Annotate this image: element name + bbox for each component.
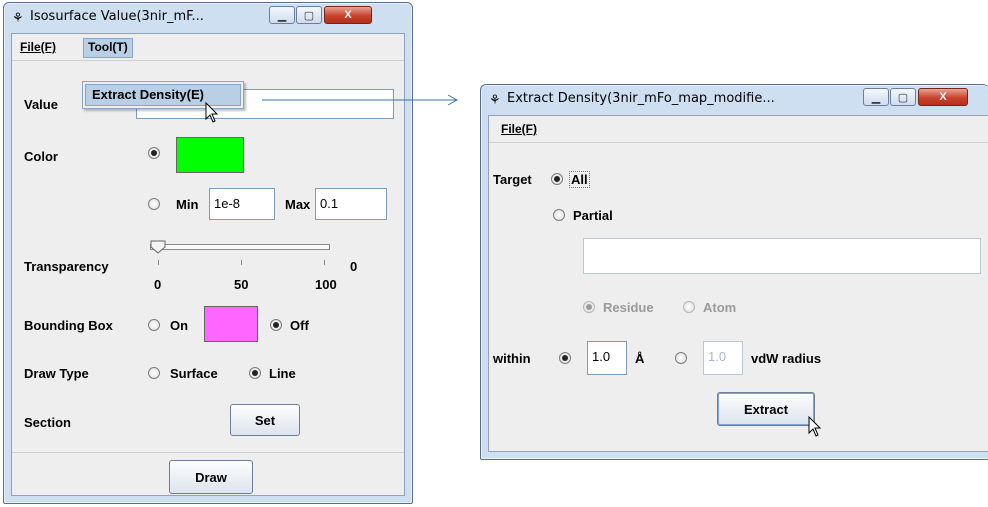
menu-file[interactable]: File(F) [497, 120, 541, 138]
cursor-icon [808, 416, 822, 437]
atom-label[interactable]: Atom [703, 300, 736, 315]
transparency-label: Transparency [24, 259, 109, 274]
value-label: Value [24, 97, 58, 112]
surface-label[interactable]: Surface [170, 366, 218, 381]
target-label: Target [493, 172, 532, 187]
color-solid-radio[interactable] [148, 147, 160, 159]
set-button[interactable]: Set [230, 404, 300, 436]
within-distance-radio[interactable] [559, 352, 571, 364]
connector-arrow [262, 94, 459, 106]
extract-button[interactable]: Extract [717, 392, 815, 426]
min-label: Min [176, 197, 199, 212]
atom-radio[interactable] [683, 301, 695, 313]
draw-button[interactable]: Draw [169, 460, 253, 494]
window-title: Isosurface Value(3nir_mF... [30, 9, 204, 24]
color-label: Color [24, 149, 58, 164]
bounding-on-label[interactable]: On [170, 318, 188, 333]
angstrom-unit: Å [635, 351, 645, 366]
slider-tick-100 [324, 260, 325, 265]
surface-radio[interactable] [148, 367, 160, 379]
slider-tick-label-100: 100 [315, 277, 337, 292]
within-vdw-radio[interactable] [675, 352, 687, 364]
menubar: File(F) Tool(T) [12, 34, 404, 61]
transparency-slider[interactable] [150, 240, 330, 256]
separator [12, 452, 404, 453]
bounding-off-label[interactable]: Off [290, 318, 309, 333]
slider-tick-50 [241, 260, 242, 265]
within-distance-input[interactable]: 1.0 [587, 341, 627, 375]
target-all-label[interactable]: All [569, 171, 590, 188]
extract-density-content: File(F) Target All Partial Residue Atom … [488, 115, 988, 452]
maximize-icon[interactable]: ▢ [890, 88, 916, 106]
bounding-on-radio[interactable] [148, 319, 160, 331]
color-swatch[interactable] [176, 137, 244, 173]
vdw-radius-label: vdW radius [751, 351, 822, 366]
minimize-icon[interactable]: ▁ [269, 6, 295, 24]
isosurface-window: ⚘ Isosurface Value(3nir_mF... ▁ ▢ X File… [3, 2, 413, 504]
molecule-icon: ⚘ [12, 10, 24, 25]
slider-track [150, 244, 330, 250]
target-all-radio[interactable] [551, 173, 563, 185]
tool-dropdown: Extract Density(E) [82, 81, 244, 109]
color-range-radio[interactable] [148, 198, 160, 210]
close-icon[interactable]: X [918, 88, 968, 106]
slider-tick-label-50: 50 [234, 277, 249, 292]
max-label: Max [285, 197, 311, 212]
extract-density-window: ⚘ Extract Density(3nir_mFo_map_modifie..… [480, 84, 988, 460]
slider-tick-label-0: 0 [154, 277, 162, 292]
cursor-icon [205, 102, 219, 123]
slider-thumb[interactable] [150, 240, 166, 254]
line-label[interactable]: Line [269, 366, 296, 381]
bounding-box-label: Bounding Box [24, 318, 113, 333]
close-icon[interactable]: X [324, 6, 372, 24]
section-label: Section [24, 415, 71, 430]
draw-type-label: Draw Type [24, 366, 89, 381]
menu-file[interactable]: File(F) [16, 38, 60, 56]
window-title: Extract Density(3nir_mFo_map_modifie... [507, 91, 775, 106]
max-input[interactable]: 0.1 [315, 188, 387, 220]
min-input[interactable]: 1e-8 [209, 188, 275, 220]
within-label: within [493, 351, 531, 366]
line-radio[interactable] [249, 367, 261, 379]
titlebar[interactable]: ⚘ Extract Density(3nir_mFo_map_modifie..… [481, 85, 988, 113]
bounding-box-swatch[interactable] [204, 306, 258, 342]
menubar: File(F) [489, 116, 988, 143]
target-partial-label[interactable]: Partial [573, 208, 613, 223]
maximize-icon[interactable]: ▢ [296, 6, 322, 24]
titlebar[interactable]: ⚘ Isosurface Value(3nir_mF... ▁ ▢ X [4, 3, 412, 31]
slider-tick-0 [158, 260, 159, 265]
menu-tool[interactable]: Tool(T) [83, 38, 133, 58]
partial-input[interactable] [583, 238, 981, 274]
vdw-input[interactable]: 1.0 [703, 341, 743, 375]
minimize-icon[interactable]: ▁ [863, 88, 889, 106]
residue-label[interactable]: Residue [603, 300, 654, 315]
residue-radio[interactable] [583, 301, 595, 313]
molecule-icon: ⚘ [489, 92, 501, 107]
bounding-off-radio[interactable] [270, 319, 282, 331]
target-partial-radio[interactable] [553, 209, 565, 221]
slider-value: 0 [350, 259, 358, 274]
